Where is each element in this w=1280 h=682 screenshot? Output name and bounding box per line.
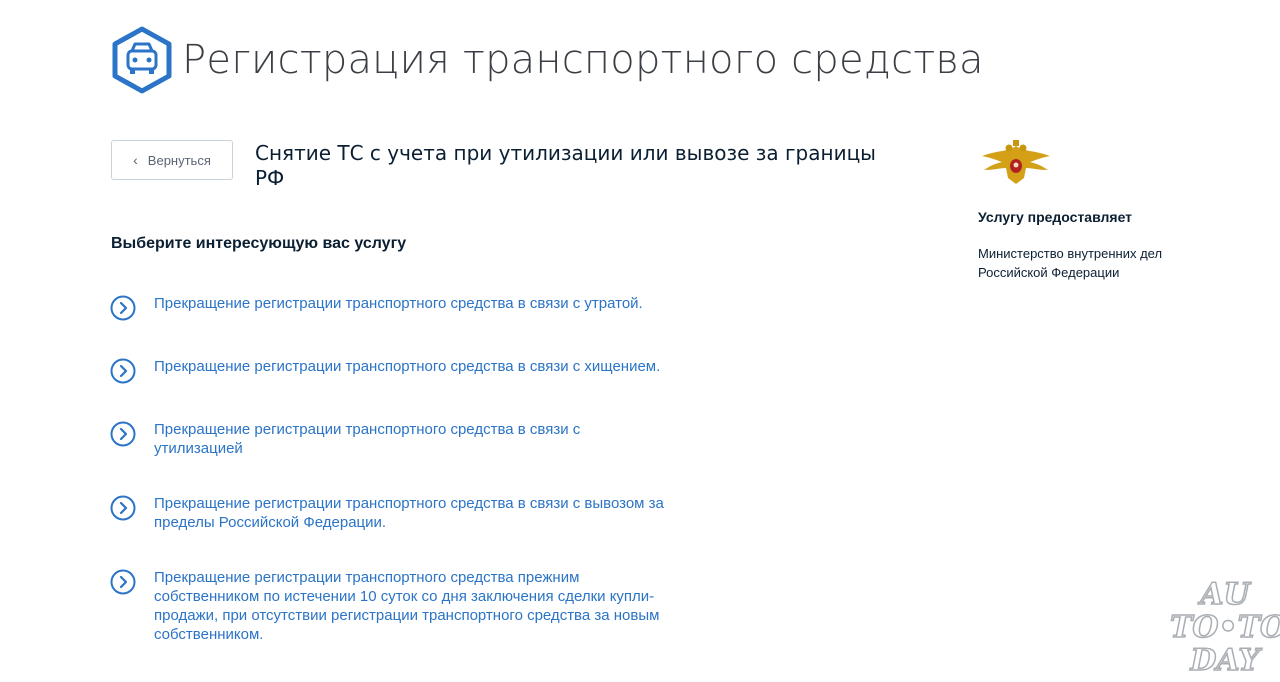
watermark-line: TO•TO	[1169, 610, 1280, 645]
service-option-disposal[interactable]: Прекращение регистрации транспортного ср…	[110, 420, 670, 458]
service-title: Снятие ТС с учета при утилизации или выв…	[255, 141, 876, 190]
service-option-label[interactable]: Прекращение регистрации транспортного ср…	[154, 568, 670, 644]
car-hexagon-icon	[112, 26, 172, 94]
back-button-label: Вернуться	[147, 152, 211, 168]
chevron-circle-icon	[110, 495, 136, 521]
page-header: Регистрация транспортного средства	[110, 26, 984, 94]
chevron-circle-icon	[110, 358, 136, 384]
mvd-emblem-icon	[982, 140, 1050, 184]
watermark-line: DAY	[1190, 643, 1261, 678]
service-option-loss[interactable]: Прекращение регистрации транспортного ср…	[110, 294, 670, 321]
chevron-circle-icon	[110, 569, 136, 595]
service-option-label[interactable]: Прекращение регистрации транспортного ср…	[154, 357, 660, 376]
service-option-theft[interactable]: Прекращение регистрации транспортного ср…	[110, 357, 670, 384]
watermark-line: AU	[1200, 577, 1251, 612]
autotoday-watermark: AU TO•TO DAY	[1169, 577, 1280, 682]
service-option-label[interactable]: Прекращение регистрации транспортного ср…	[154, 420, 670, 458]
service-option-former-owner[interactable]: Прекращение регистрации транспортного ср…	[110, 568, 670, 644]
back-button[interactable]: ‹ Вернуться	[111, 140, 233, 180]
chevron-circle-icon	[110, 421, 136, 447]
service-option-label[interactable]: Прекращение регистрации транспортного ср…	[154, 294, 643, 313]
provider-heading: Услугу предоставляет	[978, 209, 1133, 225]
provider-name: Министерство внутренних дел Российской Ф…	[978, 246, 1163, 280]
service-option-export[interactable]: Прекращение регистрации транспортного ср…	[110, 494, 670, 532]
chevron-left-icon: ‹	[133, 152, 138, 168]
chevron-circle-icon	[110, 295, 136, 321]
provider-sidebar: Услугу предоставляет Министерство внутре…	[978, 138, 1238, 282]
service-options-list: Прекращение регистрации транспортного ср…	[110, 294, 670, 644]
choose-service-heading: Выберите интересующую вас услугу	[111, 235, 407, 252]
page-title: Регистрация транспортного средства	[182, 37, 984, 83]
page: Регистрация транспортного средства ‹ Вер…	[0, 0, 1280, 682]
service-option-label[interactable]: Прекращение регистрации транспортного ср…	[154, 494, 670, 532]
